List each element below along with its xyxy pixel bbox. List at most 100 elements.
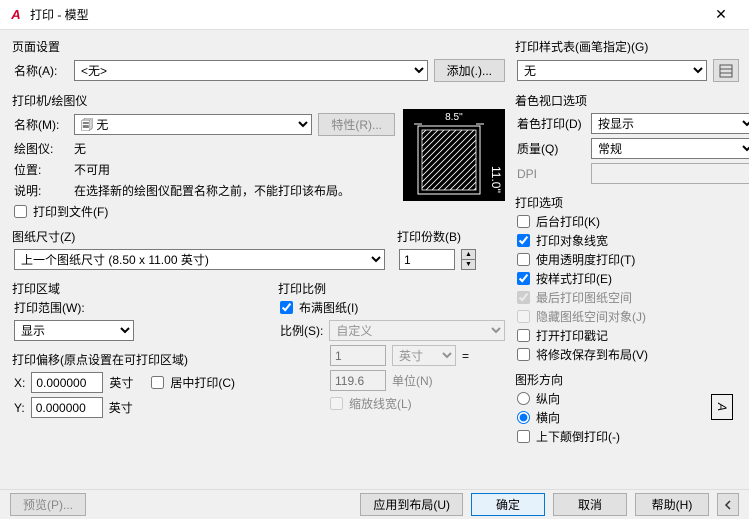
up-icon[interactable]: ▲ xyxy=(462,250,475,260)
add-button[interactable]: 添加(.)... xyxy=(434,59,505,82)
style-table-edit-button[interactable] xyxy=(713,59,739,82)
close-icon[interactable]: ✕ xyxy=(701,6,741,23)
shade-label: 着色打印(D) xyxy=(517,115,585,132)
printer-legend: 打印机/绘图仪 xyxy=(10,92,89,109)
landscape-radio[interactable] xyxy=(517,411,530,424)
print-to-file-label: 打印到文件(F) xyxy=(33,203,108,220)
expand-button[interactable] xyxy=(717,493,739,516)
scale-select: 自定义 xyxy=(329,320,505,341)
upside-label: 上下颠倒打印(-) xyxy=(536,428,620,445)
viewport-group: 着色视口选项 着色打印(D) 按显示 质量(Q) 常规 DPI xyxy=(513,92,749,188)
landscape-label: 横向 xyxy=(536,409,560,426)
viewport-legend: 着色视口选项 xyxy=(513,92,589,109)
scale-u1-select: 英寸 xyxy=(392,345,456,366)
window-title: 打印 - 模型 xyxy=(30,6,701,23)
last-checkbox xyxy=(517,291,530,304)
paper-preview: 8.5'' 11.0'' xyxy=(403,109,505,201)
trans-label: 使用透明度打印(T) xyxy=(536,251,635,268)
plotter-label: 绘图仪: xyxy=(14,140,68,157)
options-legend: 打印选项 xyxy=(513,194,565,211)
printer-group: 打印机/绘图仪 名称(M): 🗐 无 特性(R)... 绘图仪: 无 位置: 不可用… xyxy=(10,92,505,222)
location-value: 不可用 xyxy=(74,161,110,178)
upside-checkbox[interactable] xyxy=(517,430,530,443)
stamp-checkbox[interactable] xyxy=(517,329,530,342)
scale-lineweight-label: 缩放线宽(L) xyxy=(349,395,412,412)
quality-select[interactable]: 常规 xyxy=(591,138,749,159)
paper-size-legend: 图纸尺寸(Z) xyxy=(10,228,77,245)
page-setup-name-select[interactable]: <无> xyxy=(74,60,428,81)
save-checkbox[interactable] xyxy=(517,348,530,361)
hide-label: 隐藏图纸空间对象(J) xyxy=(536,308,646,325)
printer-name-label: 名称(M): xyxy=(14,116,68,133)
copies-stepper[interactable]: ▲▼ xyxy=(461,249,476,270)
y-label: Y: xyxy=(14,401,25,415)
svg-text:11.0'': 11.0'' xyxy=(489,166,503,193)
scale-n1-input xyxy=(330,345,386,366)
desc-value: 在选择新的绘图仪配置名称之前，不能打印该布局。 xyxy=(74,182,395,199)
style-table-legend: 打印样式表(画笔指定)(G) xyxy=(513,38,650,55)
dpi-label: DPI xyxy=(517,167,585,181)
plot-area-legend: 打印区域 xyxy=(10,280,62,297)
scale-n2-input xyxy=(330,370,386,391)
paper-size-group: 图纸尺寸(Z) 上一个图纸尺寸 (8.50 x 11.00 英寸) xyxy=(10,228,385,274)
hide-checkbox xyxy=(517,310,530,323)
chevron-left-icon xyxy=(723,500,733,510)
shade-select[interactable]: 按显示 xyxy=(591,113,749,134)
orient-group: 图形方向 纵向 横向 上下颠倒打印(-) A xyxy=(513,371,739,447)
portrait-label: 纵向 xyxy=(536,390,560,407)
fit-checkbox[interactable] xyxy=(280,301,293,314)
y-input[interactable] xyxy=(31,397,103,418)
printer-name-select[interactable]: 🗐 无 xyxy=(74,114,312,135)
plotter-value: 无 xyxy=(74,140,86,157)
bg-checkbox[interactable] xyxy=(517,215,530,228)
scale-label: 比例(S): xyxy=(280,322,323,339)
app-logo: A xyxy=(8,7,24,23)
copies-group: 打印份数(B) ▲▼ xyxy=(395,228,505,274)
help-button[interactable]: 帮助(H) xyxy=(635,493,709,516)
offset-group: 打印偏移(原点设置在可打印区域) X: 英寸 居中打印(C) Y: 英寸 xyxy=(10,351,266,422)
style-table-select[interactable]: 无 xyxy=(517,60,707,81)
copies-legend: 打印份数(B) xyxy=(395,228,463,245)
scale-legend: 打印比例 xyxy=(276,280,328,297)
last-label: 最后打印图纸空间 xyxy=(536,289,632,306)
x-input[interactable] xyxy=(31,372,103,393)
dpi-input xyxy=(591,163,749,184)
center-checkbox[interactable] xyxy=(151,376,164,389)
lw-checkbox[interactable] xyxy=(517,234,530,247)
center-label: 居中打印(C) xyxy=(170,374,235,391)
trans-checkbox[interactable] xyxy=(517,253,530,266)
style-table-group: 打印样式表(画笔指定)(G) 无 xyxy=(513,38,739,86)
style-checkbox[interactable] xyxy=(517,272,530,285)
x-unit: 英寸 xyxy=(109,374,133,391)
scale-lineweight-checkbox xyxy=(330,397,343,410)
scale-group: 打印比例 布满图纸(I) 比例(S):自定义 英寸 = 单位(N) 缩放线宽(L… xyxy=(276,280,505,483)
name-label: 名称(A): xyxy=(14,62,68,79)
options-group: 打印选项 后台打印(K) 打印对象线宽 使用透明度打印(T) 按样式打印(E) … xyxy=(513,194,739,365)
bg-label: 后台打印(K) xyxy=(536,213,600,230)
portrait-radio[interactable] xyxy=(517,392,530,405)
plot-range-select[interactable]: 显示 xyxy=(14,320,134,341)
down-icon[interactable]: ▼ xyxy=(462,260,475,269)
copies-input[interactable] xyxy=(399,249,455,270)
location-label: 位置: xyxy=(14,161,68,178)
desc-label: 说明: xyxy=(14,182,68,199)
page-setup-legend: 页面设置 xyxy=(10,38,62,55)
cancel-button[interactable]: 取消 xyxy=(553,493,627,516)
page-setup-group: 页面设置 名称(A): <无> 添加(.)... xyxy=(10,38,505,86)
apply-button[interactable]: 应用到布局(U) xyxy=(360,493,463,516)
offset-legend: 打印偏移(原点设置在可打印区域) xyxy=(10,351,190,368)
plot-area-group: 打印区域 打印范围(W): 显示 xyxy=(10,280,266,345)
stamp-label: 打开打印戳记 xyxy=(536,327,608,344)
paper-size-select[interactable]: 上一个图纸尺寸 (8.50 x 11.00 英寸) xyxy=(14,249,385,270)
print-to-file-checkbox[interactable] xyxy=(14,205,27,218)
lw-label: 打印对象线宽 xyxy=(536,232,608,249)
preview-button: 预览(P)... xyxy=(10,493,86,516)
properties-button: 特性(R)... xyxy=(318,113,395,136)
style-label: 按样式打印(E) xyxy=(536,270,612,287)
ok-button[interactable]: 确定 xyxy=(471,493,545,516)
plot-range-label: 打印范围(W): xyxy=(14,299,262,316)
y-unit: 英寸 xyxy=(109,399,133,416)
fit-label: 布满图纸(I) xyxy=(299,299,358,316)
orient-legend: 图形方向 xyxy=(513,371,565,388)
quality-label: 质量(Q) xyxy=(517,140,585,157)
